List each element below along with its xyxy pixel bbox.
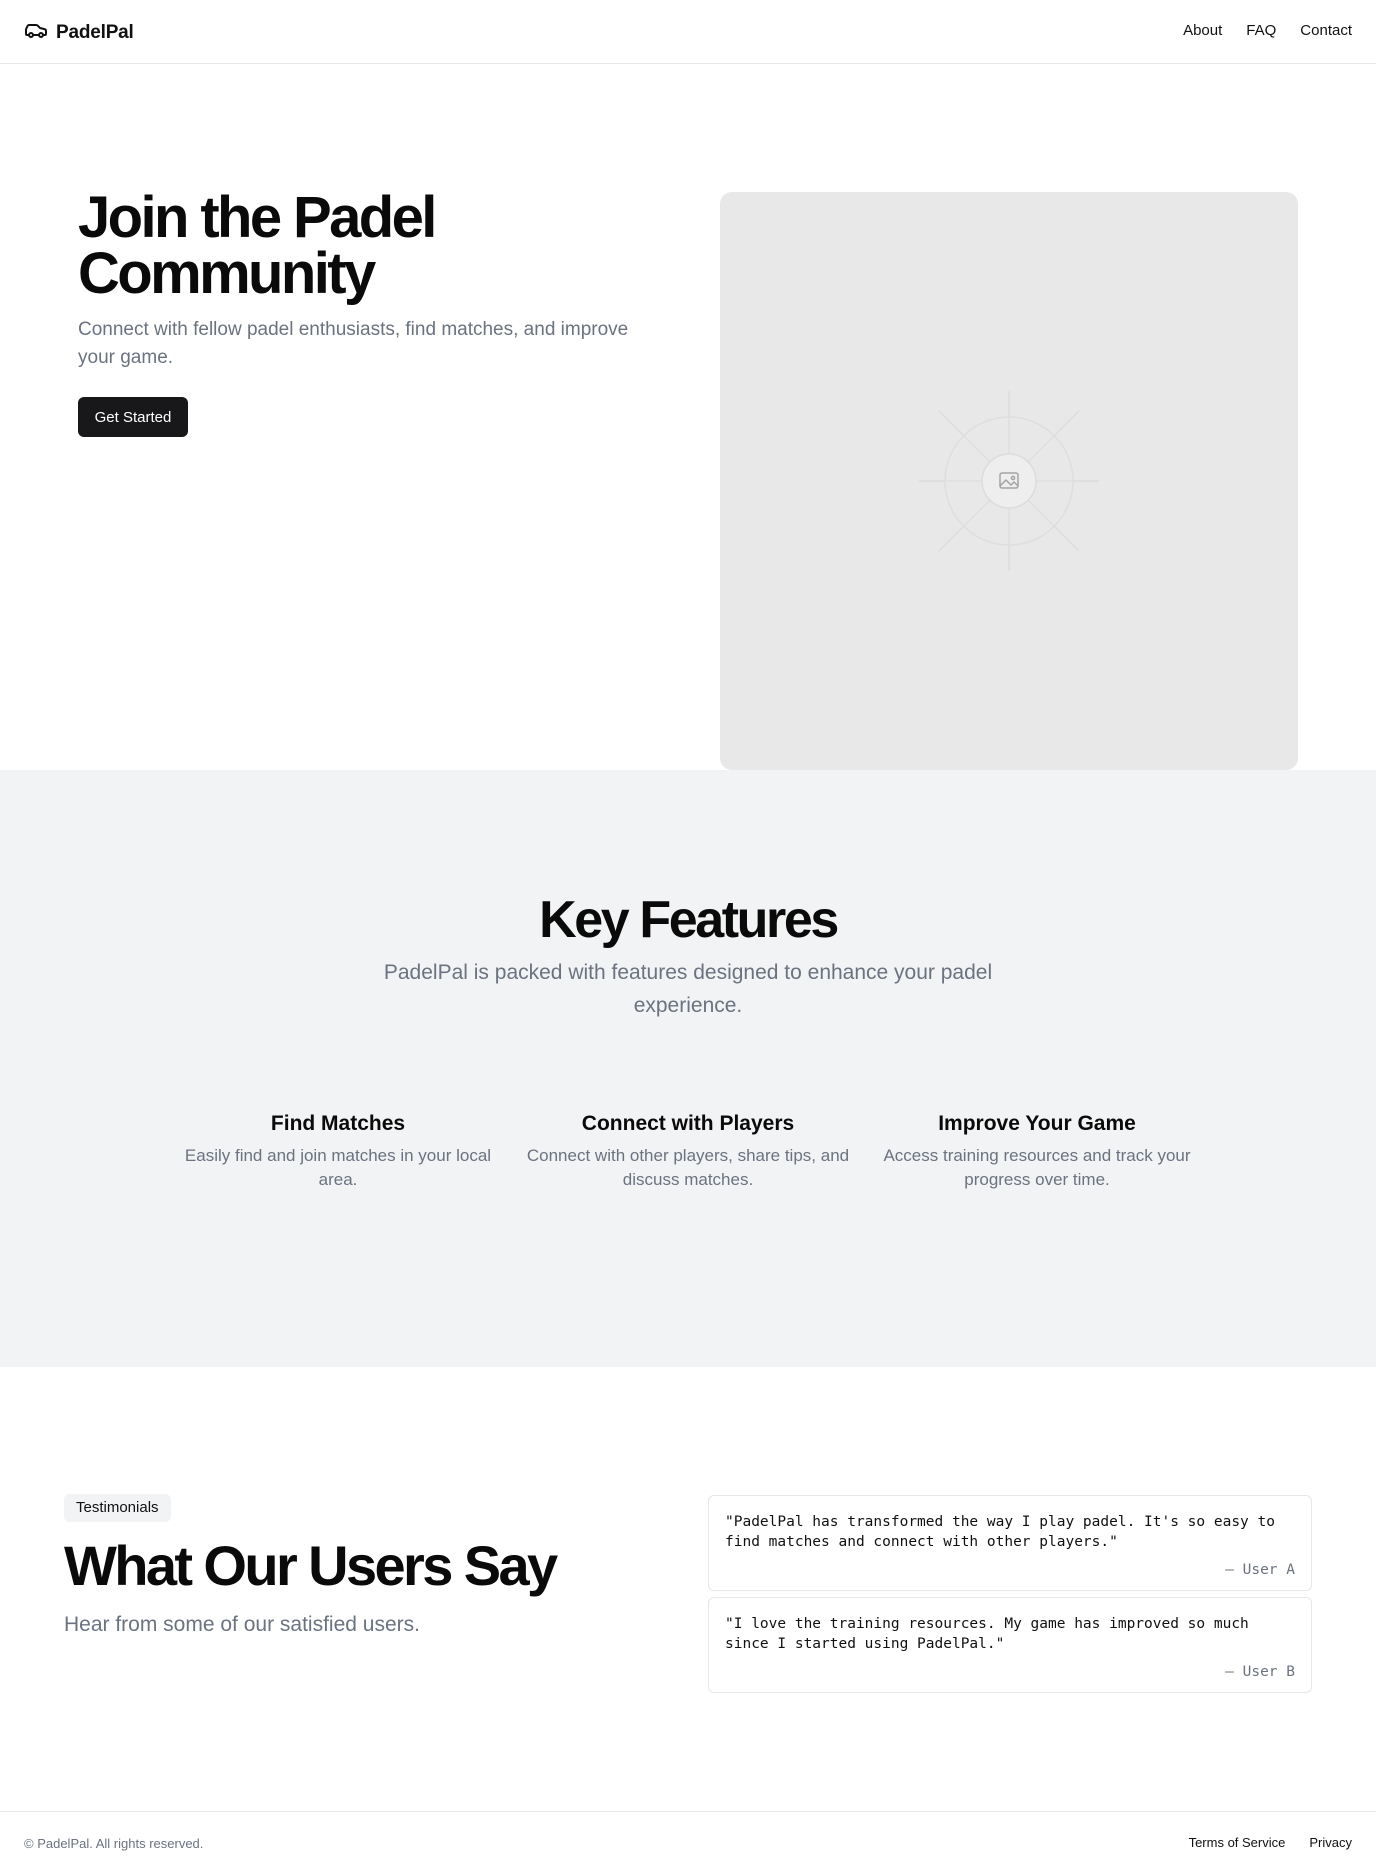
nav-link-faq[interactable]: FAQ bbox=[1246, 22, 1276, 39]
testimonials-badge: Testimonials bbox=[64, 1494, 171, 1522]
feature-description: Access training resources and track your… bbox=[883, 1146, 1191, 1189]
features-section: Key Features PadelPal is packed with fea… bbox=[0, 770, 1376, 1367]
hero-subtitle: Connect with fellow padel enthusiasts, f… bbox=[78, 319, 629, 368]
testimonial-author: – User B bbox=[1225, 1664, 1295, 1680]
feature-title: Improve Your Game bbox=[938, 1112, 1136, 1135]
feature-find-matches: Find Matches Easily find and join matche… bbox=[173, 1112, 503, 1192]
features-subtitle: PadelPal is packed with features designe… bbox=[383, 961, 993, 1017]
site-header: PadelPal About FAQ Contact bbox=[0, 0, 1376, 64]
nav-link-contact[interactable]: Contact bbox=[1300, 22, 1352, 39]
copyright-text: © PadelPal. All rights reserved. bbox=[24, 1836, 204, 1851]
feature-connect-players: Connect with Players Connect with other … bbox=[523, 1112, 853, 1192]
feature-description: Connect with other players, share tips, … bbox=[526, 1146, 850, 1189]
main-nav: About FAQ Contact bbox=[1183, 22, 1352, 39]
testimonial-card: "PadelPal has transformed the way I play… bbox=[708, 1495, 1312, 1591]
feature-title: Find Matches bbox=[270, 1112, 406, 1135]
nav-link-about[interactable]: About bbox=[1183, 22, 1222, 39]
footer-link-privacy[interactable]: Privacy bbox=[1309, 1835, 1352, 1850]
testimonial-card: "I love the training resources. My game … bbox=[708, 1597, 1312, 1693]
testimonials-subtitle: Hear from some of our satisfied users. bbox=[64, 1613, 420, 1636]
footer-link-terms[interactable]: Terms of Service bbox=[1189, 1835, 1286, 1850]
testimonial-quote: "PadelPal has transformed the way I play… bbox=[725, 1514, 1275, 1550]
feature-improve-game: Improve Your Game Access training resour… bbox=[872, 1112, 1202, 1192]
brand-link[interactable]: PadelPal bbox=[24, 18, 134, 47]
car-icon bbox=[24, 18, 48, 47]
feature-title: Connect with Players bbox=[581, 1112, 795, 1135]
feature-description: Easily find and join matches in your loc… bbox=[184, 1146, 492, 1189]
brand-name: PadelPal bbox=[56, 21, 134, 43]
image-placeholder-icon bbox=[919, 391, 1099, 571]
get-started-button[interactable]: Get Started bbox=[78, 397, 188, 437]
features-title: Key Features bbox=[539, 891, 839, 949]
site-footer: © PadelPal. All rights reserved. Terms o… bbox=[0, 1811, 1376, 1876]
testimonials-title: What Our Users Say bbox=[64, 1534, 558, 1597]
testimonial-quote: "I love the training resources. My game … bbox=[725, 1616, 1249, 1652]
footer-nav: Terms of Service Privacy bbox=[1189, 1835, 1352, 1850]
hero-image-placeholder bbox=[720, 192, 1298, 770]
hero-title: Join the Padel Community bbox=[78, 185, 437, 306]
testimonial-author: – User A bbox=[1225, 1562, 1295, 1578]
